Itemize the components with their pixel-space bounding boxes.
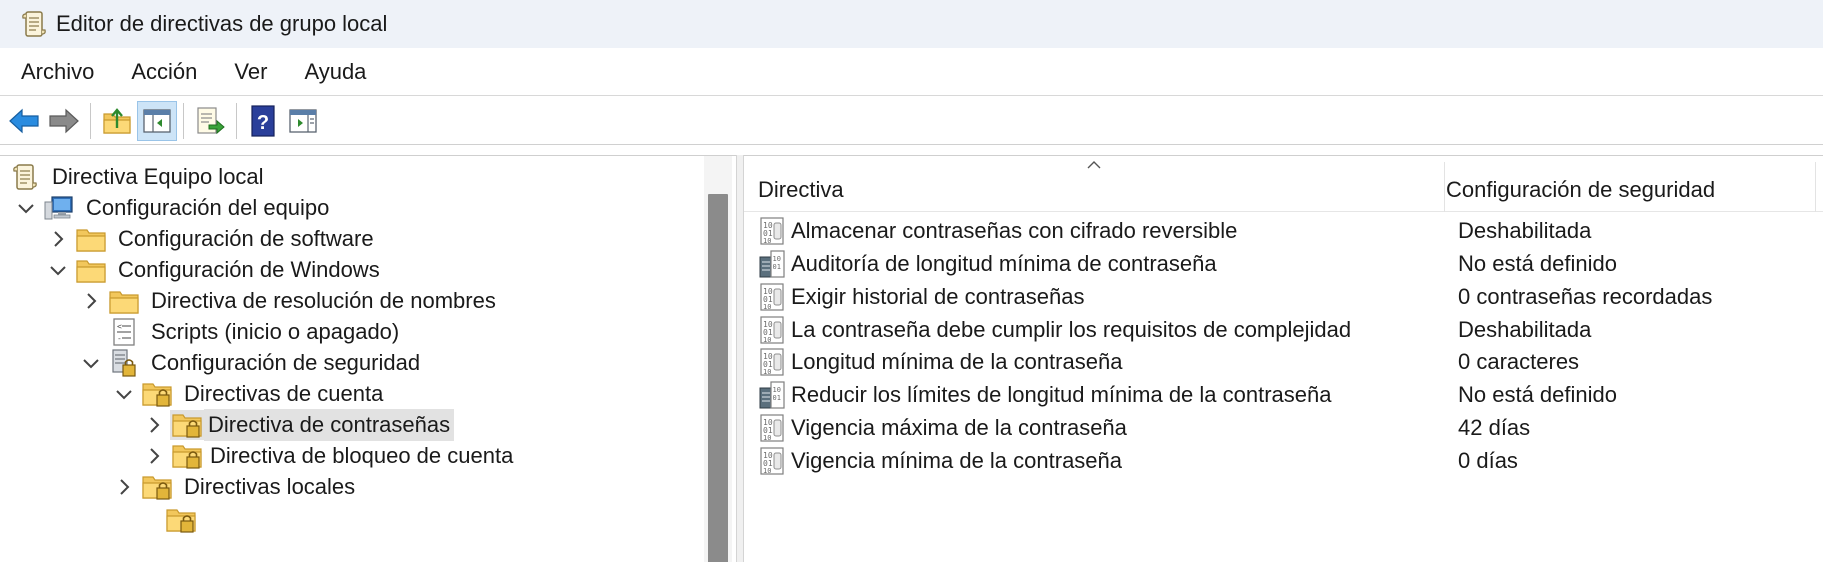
policy-binary-icon [758,315,786,345]
policy-server-icon [758,249,786,279]
policy-value: 0 contraseñas recordadas [1458,284,1713,309]
policy-server-icon [758,380,786,410]
tree-item-label: Scripts (inicio o apagado) [151,319,400,344]
policy-value: 42 días [1458,415,1531,440]
policy-value: Deshabilitada [1458,317,1592,342]
window-title: Editor de directivas de grupo local [56,11,388,36]
help-icon: ? [251,104,275,137]
tree-item-label: Configuración del equipo [86,195,330,220]
chevron-down-icon[interactable] [112,382,136,406]
policy-name: Exigir historial de contraseñas [791,284,1085,309]
locked-folder-icon [142,379,172,409]
tree-item-label: Directiva Equipo local [52,164,264,189]
scrollbar-thumb[interactable] [708,194,728,562]
chevron-down-icon[interactable] [79,351,103,375]
tree-item-directivas-locales[interactable]: Directivas locales [112,469,359,505]
chevron-down-icon[interactable] [46,258,70,282]
policy-name: Vigencia mínima de la contraseña [791,448,1123,473]
chevron-right-icon[interactable] [142,413,166,437]
tree-item-label: Directiva de resolución de nombres [151,288,496,313]
chevron-right-icon[interactable] [142,444,166,468]
policy-value: 0 caracteres [1458,349,1580,374]
chevron-right-icon[interactable] [46,227,70,251]
policy-name: La contraseña debe cumplir los requisito… [791,317,1352,342]
menu-ver[interactable]: Ver [218,48,283,96]
show-hide-tree-icon [143,108,171,133]
column-divider[interactable] [1815,162,1816,212]
scroll-icon [20,9,48,39]
policy-name: Vigencia máxima de la contraseña [791,415,1127,440]
policy-binary-icon [758,282,786,312]
folder-icon [76,255,106,285]
toolbar-separator [236,102,237,139]
back-arrow-icon [9,108,39,133]
show-hide-action-pane-icon [289,108,317,133]
script-icon [109,317,139,347]
show-hide-console-tree-button[interactable] [137,100,177,141]
chevron-down-icon[interactable] [14,196,38,220]
menu-bar: Archivo Acción Ver Ayuda [0,48,1823,96]
tree-scrollbar[interactable] [704,156,732,562]
up-one-level-button[interactable] [97,101,137,141]
security-server-icon [109,348,139,378]
toolbar-separator [90,102,91,139]
locked-folder-icon [142,472,172,502]
list-item[interactable]: Vigencia mínima de la contraseña 0 días [744,442,1823,480]
tree-item-label: Configuración de seguridad [151,350,421,375]
policy-binary-icon [758,413,786,443]
toolbar-separator [183,102,184,139]
svg-text:?: ? [257,112,269,134]
toolbar: ? [0,97,1823,145]
locked-folder-icon [172,441,202,471]
tree-item-label: Directivas locales [184,474,356,499]
details-list[interactable]: Directiva Configuración de seguridad Alm… [744,155,1823,562]
menu-ayuda[interactable]: Ayuda [288,48,382,96]
list-header: Directiva Configuración de seguridad [744,156,1823,212]
export-list-icon [197,106,225,134]
column-divider[interactable] [1444,162,1445,212]
policy-value: Deshabilitada [1458,218,1592,243]
up-folder-icon [103,107,131,134]
pane-splitter[interactable] [736,155,744,562]
policy-value: No está definido [1458,382,1617,407]
forward-arrow-icon [49,108,79,133]
menu-accion[interactable]: Acción [115,48,213,96]
show-hide-action-pane-button[interactable] [283,101,323,141]
policy-binary-icon [758,446,786,476]
column-header-directiva[interactable]: Directiva [758,156,1440,212]
tree-item-label: Configuración de software [118,226,374,251]
policy-name: Reducir los límites de longitud mínima d… [791,382,1332,407]
help-button[interactable]: ? [243,101,283,141]
scroll-icon [10,162,40,192]
folder-icon [109,286,139,316]
tree-item-label: Directivas de cuenta [184,381,384,406]
policy-name: Auditoría de longitud mínima de contrase… [791,251,1217,276]
locked-folder-icon [170,410,204,440]
back-button[interactable] [4,101,44,141]
folder-icon [76,224,106,254]
folder-icon [166,505,196,535]
tree-item-label: Directiva de bloqueo de cuenta [210,443,514,468]
menu-archivo[interactable]: Archivo [5,48,110,96]
tree-item-label: Directiva de contraseñas [204,409,455,441]
policy-binary-icon [758,216,786,246]
policy-name: Almacenar contraseñas con cifrado revers… [791,218,1238,243]
tree-item-label: Configuración de Windows [118,257,380,282]
title-bar: Editor de directivas de grupo local [0,0,1823,48]
console-tree[interactable]: Directiva Equipo local Configuración del… [0,155,736,562]
column-header-configuracion[interactable]: Configuración de seguridad [1446,156,1816,212]
policy-value: No está definido [1458,251,1617,276]
export-list-button[interactable] [190,101,230,141]
policy-binary-icon [758,347,786,377]
chevron-right-icon[interactable] [112,475,136,499]
policy-name: Longitud mínima de la contraseña [791,349,1123,374]
chevron-right-icon[interactable] [79,289,103,313]
policy-value: 0 días [1458,448,1518,473]
computer-icon [44,193,74,223]
forward-button[interactable] [44,101,84,141]
